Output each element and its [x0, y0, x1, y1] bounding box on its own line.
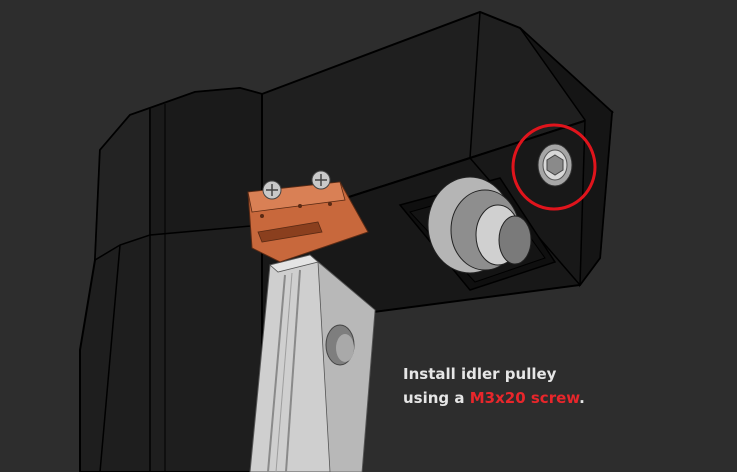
- instruction-line-1: Install idler pulley: [403, 365, 557, 383]
- instruction-line-2-prefix: using a: [403, 389, 470, 407]
- instruction-line-2-suffix: .: [579, 389, 585, 407]
- instruction-line-2: using a M3x20 screw.: [403, 386, 585, 410]
- instruction-caption: Install idler pulley using a M3x20 screw…: [403, 362, 585, 410]
- assembly-illustration: [79, 10, 614, 472]
- screw-spec-highlight: M3x20 screw: [469, 389, 580, 407]
- frame-block: [79, 86, 263, 472]
- cad-viewport: Install idler pulley using a M3x20 screw…: [0, 0, 737, 472]
- m3-screw-head: [537, 143, 573, 187]
